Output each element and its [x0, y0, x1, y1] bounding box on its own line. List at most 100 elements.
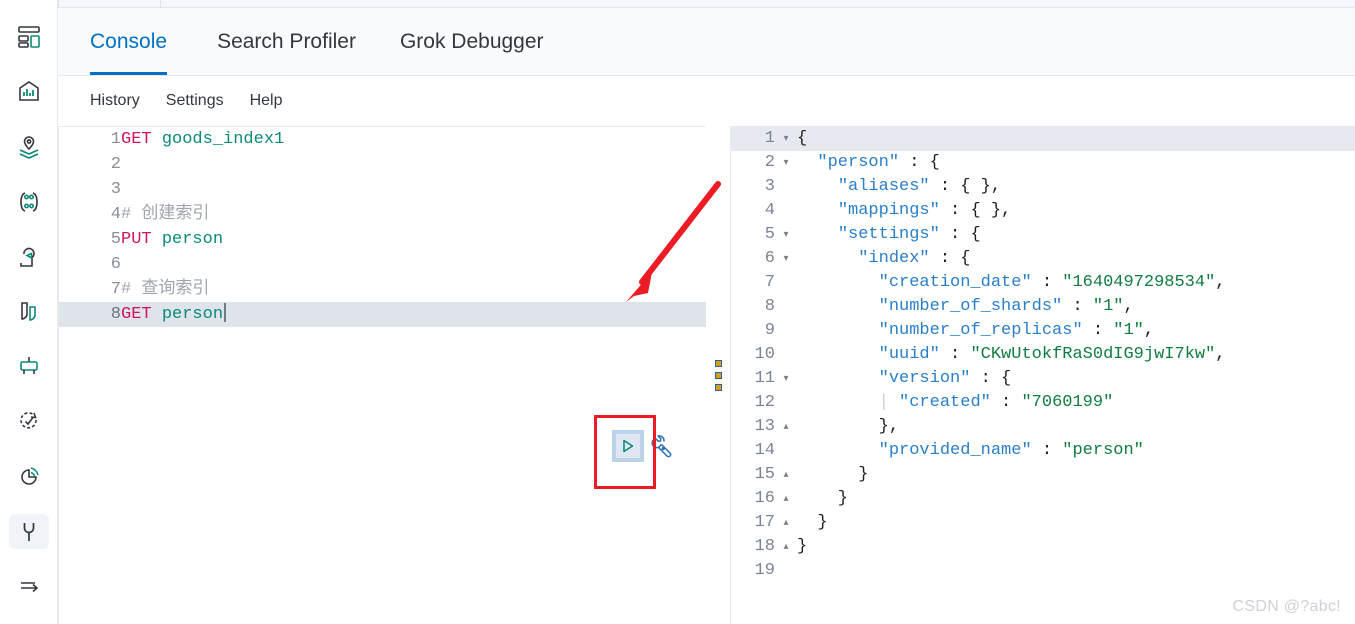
- request-line[interactable]: 8 GET person: [59, 302, 706, 327]
- sidebar-item-dashboard[interactable]: [9, 20, 49, 55]
- response-line-content: {: [797, 127, 1355, 151]
- request-line[interactable]: 7 # 查询索引: [59, 277, 706, 302]
- request-line-content[interactable]: GET goods_index1: [121, 127, 706, 152]
- response-line-number: 19: [754, 561, 775, 580]
- submenu-item-help[interactable]: Help: [250, 92, 283, 110]
- sidebar-item-infrastructure[interactable]: [9, 295, 49, 330]
- request-line-content[interactable]: # 创建索引: [121, 202, 706, 227]
- fold-toggle-icon[interactable]: ▾: [775, 127, 797, 151]
- fold-toggle-icon[interactable]: ▴: [775, 535, 797, 559]
- request-line-number: 4: [59, 202, 121, 227]
- response-line-content: "aliases" : { },: [797, 175, 1355, 199]
- request-line-number: 5: [59, 227, 121, 252]
- request-line[interactable]: 6: [59, 252, 706, 277]
- json-token: ,: [1215, 345, 1226, 364]
- sidebar-item-graph[interactable]: [9, 185, 49, 220]
- json-token: "number_of_shards": [878, 297, 1063, 316]
- console-editors: 1 GET goods_index1 2 3 4 # 创建索引 5 PUT person 6…: [58, 126, 1355, 624]
- sidebar-item-maps[interactable]: [9, 130, 49, 165]
- machine-learning-icon: [16, 244, 42, 270]
- response-line-content: "person" : {: [797, 151, 1355, 175]
- sidebar-item-uptime[interactable]: [9, 404, 49, 439]
- response-line: 5 ▾ "settings" : {: [731, 223, 1355, 247]
- response-line-content: }: [797, 535, 1355, 559]
- request-action-group: [612, 430, 676, 462]
- response-line: 1 ▾{: [731, 127, 1355, 151]
- response-line-content: | "created" : "7060199": [797, 391, 1355, 415]
- request-line-content[interactable]: [121, 152, 706, 177]
- code-token: goods_index1: [161, 130, 285, 149]
- request-options-wrench-icon[interactable]: [650, 433, 676, 459]
- fold-toggle-icon[interactable]: ▾: [775, 247, 797, 271]
- request-line-content[interactable]: GET person: [121, 302, 706, 327]
- request-line-content[interactable]: PUT person: [121, 227, 706, 252]
- tab-grok-debugger-label: Grok Debugger: [399, 30, 544, 53]
- response-line-number: 10: [754, 345, 775, 364]
- response-line: 4 "mappings" : { },: [731, 199, 1355, 223]
- json-token: "1": [1113, 321, 1144, 340]
- json-token: : { },: [929, 177, 1002, 196]
- fold-toggle-icon[interactable]: ▴: [775, 511, 797, 535]
- collapse-nav-icon: [16, 574, 42, 600]
- tab-console[interactable]: Console: [90, 8, 195, 75]
- response-line-number: 3: [764, 177, 775, 196]
- request-code-table: 1 GET goods_index1 2 3 4 # 创建索引 5 PUT person 6…: [59, 127, 706, 327]
- fold-toggle-icon: [775, 199, 797, 223]
- response-line: 8 "number_of_shards" : "1",: [731, 295, 1355, 319]
- fold-toggle-icon: [775, 559, 797, 583]
- sidebar-item-machine-learning[interactable]: [9, 240, 49, 275]
- request-editor[interactable]: 1 GET goods_index1 2 3 4 # 创建索引 5 PUT person 6…: [58, 126, 706, 624]
- response-line-number: 7: [764, 273, 775, 292]
- tab-grok-debugger[interactable]: Grok Debugger: [378, 8, 566, 75]
- request-line[interactable]: 3: [59, 177, 706, 202]
- response-viewer[interactable]: 1 ▾{2 ▾ "person" : {3 "aliases" : { }, 4 "m…: [730, 126, 1355, 624]
- sidebar-item-visualize[interactable]: [9, 75, 49, 110]
- request-line-number: 2: [59, 152, 121, 177]
- response-line: 14 "provided_name" : "person": [731, 439, 1355, 463]
- fold-toggle-icon[interactable]: ▴: [775, 487, 797, 511]
- response-line: 9 "number_of_replicas" : "1",: [731, 319, 1355, 343]
- submenu-item-settings[interactable]: Settings: [166, 92, 224, 110]
- request-line-content[interactable]: [121, 252, 706, 277]
- request-line-content[interactable]: [121, 177, 706, 202]
- json-token: ,: [1215, 273, 1226, 292]
- run-request-play-button[interactable]: [612, 430, 644, 462]
- csdn-watermark: CSDN @?abc!: [1232, 598, 1341, 615]
- json-token: }: [797, 513, 828, 532]
- code-token: GET: [121, 305, 162, 324]
- sidebar-item-collapse-nav[interactable]: [9, 569, 49, 604]
- uptime-icon: [16, 409, 42, 435]
- request-line-number: 8: [59, 302, 121, 327]
- response-line-number: 9: [764, 321, 775, 340]
- global-nav-sidebar: [0, 0, 58, 624]
- sidebar-item-dev-tools[interactable]: [8, 514, 49, 550]
- response-line: 19: [731, 559, 1355, 583]
- response-line-number: 4: [764, 201, 775, 220]
- json-token: "number_of_replicas": [878, 321, 1083, 340]
- code-token: PUT: [121, 230, 162, 249]
- fold-toggle-icon[interactable]: ▾: [775, 367, 797, 391]
- response-line-content: "creation_date" : "1640497298534",: [797, 271, 1355, 295]
- request-line[interactable]: 4 # 创建索引: [59, 202, 706, 227]
- response-line-number: 15: [754, 465, 775, 484]
- fold-toggle-icon[interactable]: ▾: [775, 223, 797, 247]
- sidebar-item-logs[interactable]: [9, 349, 49, 384]
- request-line-content[interactable]: # 查询索引: [121, 277, 706, 302]
- tab-search-profiler[interactable]: Search Profiler: [195, 8, 378, 75]
- pane-drag-handle[interactable]: [706, 126, 730, 624]
- request-line[interactable]: 2: [59, 152, 706, 177]
- drag-handle-dots[interactable]: [714, 359, 722, 391]
- infrastructure-icon: [16, 299, 42, 325]
- fold-toggle-icon[interactable]: ▴: [775, 463, 797, 487]
- fold-toggle-icon[interactable]: ▴: [775, 415, 797, 439]
- request-line[interactable]: 5 PUT person: [59, 227, 706, 252]
- request-line[interactable]: 1 GET goods_index1: [59, 127, 706, 152]
- response-line: 15 ▴ }: [731, 463, 1355, 487]
- json-token: "creation_date": [878, 273, 1032, 292]
- request-line-number: 6: [59, 252, 121, 277]
- response-line-content: "mappings" : { },: [797, 199, 1355, 223]
- fold-toggle-icon[interactable]: ▾: [775, 151, 797, 175]
- sidebar-item-apm[interactable]: [9, 459, 49, 494]
- submenu-item-history[interactable]: History: [90, 92, 140, 110]
